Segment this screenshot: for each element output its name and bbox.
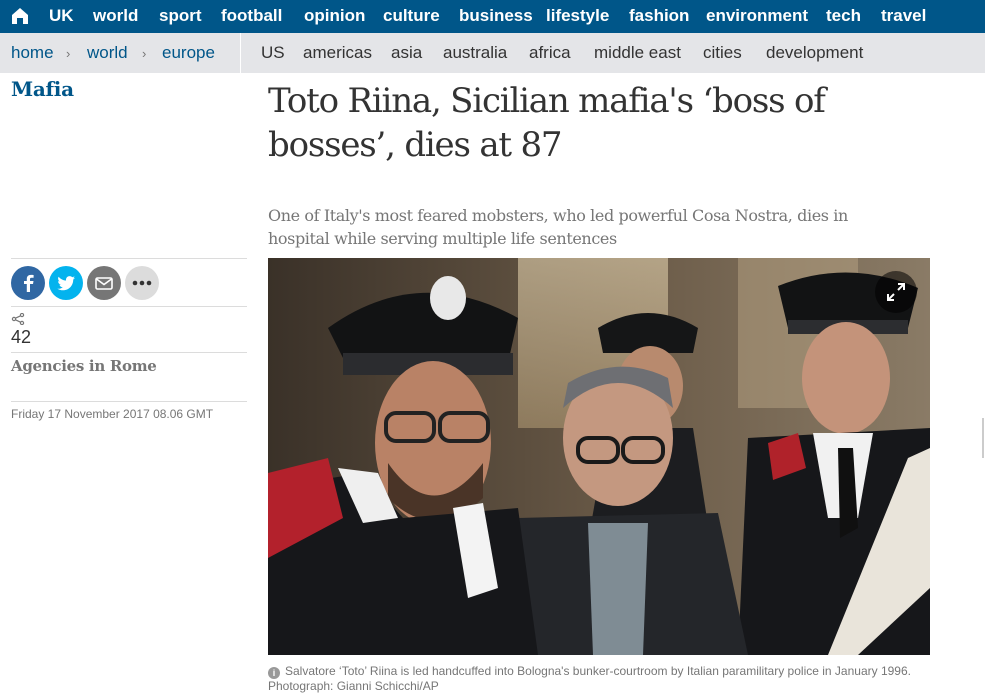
sub-navigation: home › world › europe US americas asia a… [0, 33, 985, 73]
meta-divider [11, 352, 247, 353]
share-facebook-button[interactable] [11, 266, 45, 300]
nav-world[interactable]: world [93, 0, 138, 33]
breadcrumb-separator: › [142, 46, 147, 61]
share-more-button[interactable] [125, 266, 159, 300]
nav-football[interactable]: football [221, 0, 282, 33]
meta-divider [11, 401, 247, 402]
caption-text: Salvatore ‘Toto’ Riina is led handcuffed… [268, 664, 911, 693]
nav-fashion[interactable]: fashion [629, 0, 689, 33]
share-count: 42 [11, 327, 32, 347]
email-icon [95, 276, 113, 290]
more-icon [132, 280, 152, 286]
nav-uk[interactable]: UK [49, 0, 74, 33]
article-main-image[interactable] [268, 258, 930, 655]
nav-culture[interactable]: culture [383, 0, 440, 33]
breadcrumb-separator: › [66, 46, 71, 61]
subnav-australia[interactable]: australia [443, 33, 507, 73]
image-caption: i Salvatore ‘Toto’ Riina is led handcuffe… [268, 664, 938, 694]
subnav-africa[interactable]: africa [529, 33, 571, 73]
facebook-icon [24, 274, 34, 292]
subnav-divider [240, 33, 241, 73]
subnav-us[interactable]: US [261, 33, 285, 73]
publication-date: Friday 17 November 2017 08.06 GMT [11, 407, 214, 421]
expand-icon [887, 283, 905, 301]
subnav-americas[interactable]: americas [303, 33, 372, 73]
twitter-icon [57, 275, 75, 290]
breadcrumb-world[interactable]: world [87, 33, 128, 73]
top-navigation: UK world sport football opinion culture … [0, 0, 985, 33]
subnav-development[interactable]: development [766, 33, 863, 73]
share-twitter-button[interactable] [49, 266, 83, 300]
article-standfirst: One of Italy's most feared mobsters, who… [268, 206, 848, 248]
nav-opinion[interactable]: opinion [304, 0, 365, 33]
nav-tech[interactable]: tech [826, 0, 861, 33]
article-headline: Toto Riina, Sicilian mafia's ‘boss of bo… [268, 81, 826, 165]
nav-business[interactable]: business [459, 0, 533, 33]
info-icon: i [268, 667, 280, 679]
subnav-middle-east[interactable]: middle east [594, 33, 681, 73]
byline[interactable]: Agencies in Rome [11, 357, 157, 375]
section-label[interactable]: Mafia [11, 77, 74, 101]
meta-divider [11, 258, 247, 259]
share-count-icon [11, 313, 25, 325]
home-icon[interactable] [10, 6, 30, 26]
scrollbar[interactable] [982, 418, 984, 458]
breadcrumb-home[interactable]: home [11, 33, 54, 73]
nav-lifestyle[interactable]: lifestyle [546, 0, 609, 33]
breadcrumb-europe[interactable]: europe [162, 33, 215, 73]
nav-travel[interactable]: travel [881, 0, 926, 33]
nav-sport[interactable]: sport [159, 0, 202, 33]
subnav-cities[interactable]: cities [703, 33, 742, 73]
subnav-asia[interactable]: asia [391, 33, 422, 73]
expand-image-button[interactable] [875, 271, 917, 313]
share-email-button[interactable] [87, 266, 121, 300]
nav-environment[interactable]: environment [706, 0, 808, 33]
meta-divider [11, 306, 247, 307]
